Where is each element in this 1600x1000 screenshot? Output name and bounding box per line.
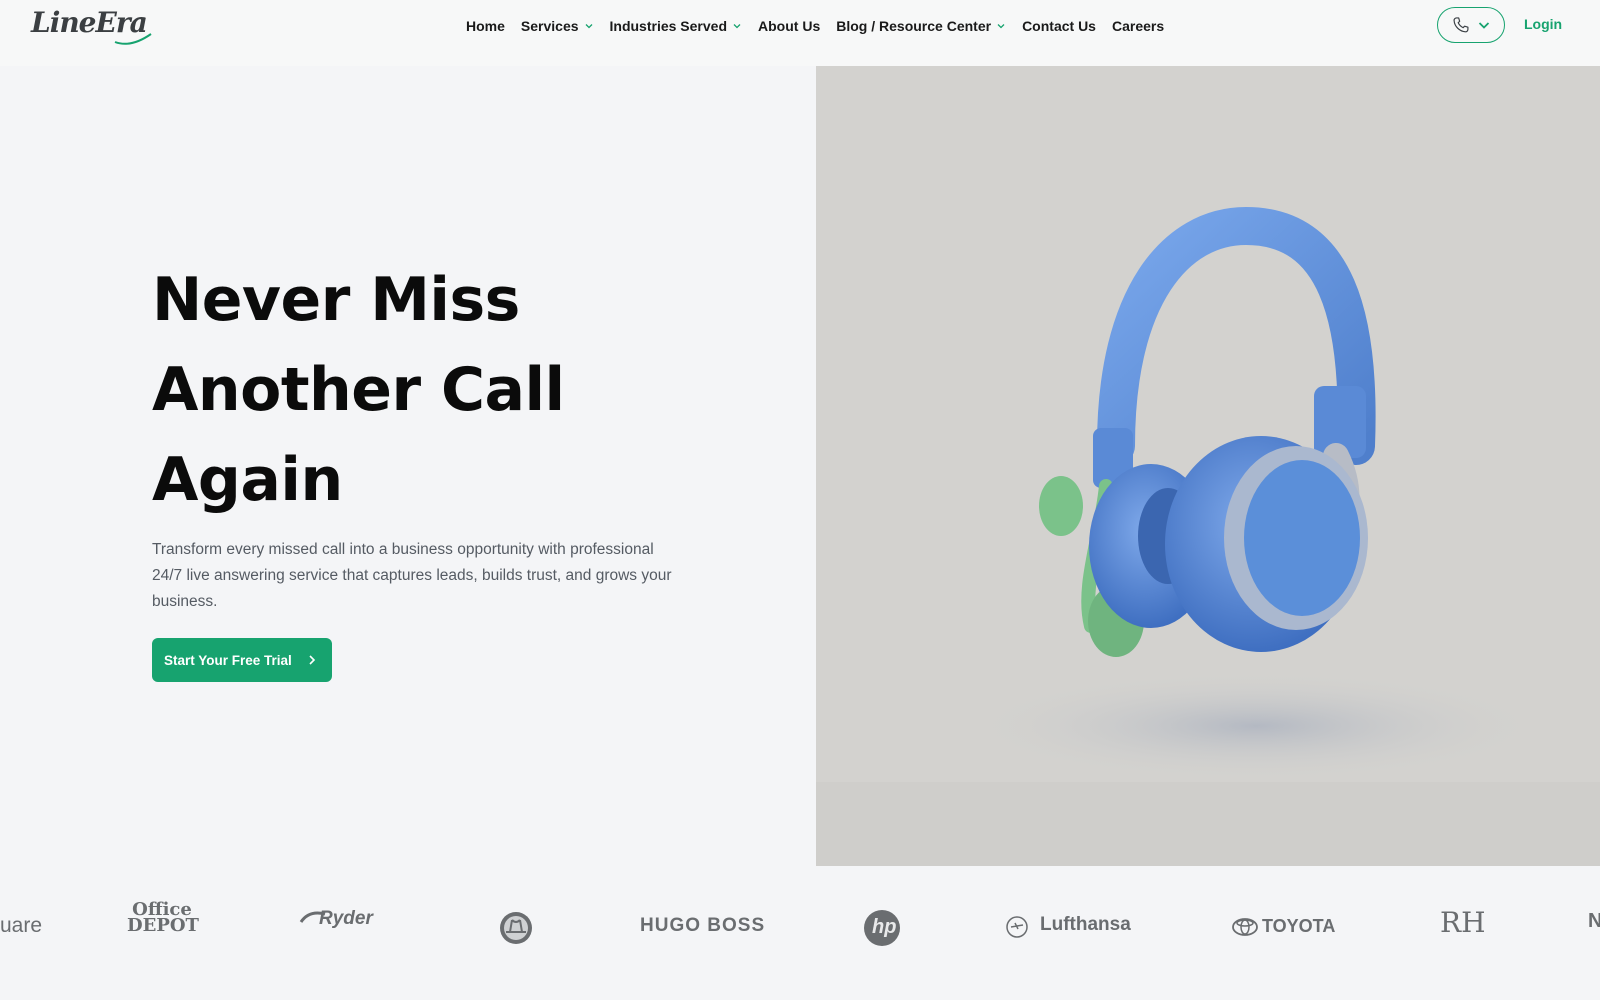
hero-title-line: Again: [152, 445, 343, 515]
toyota-emblem-icon: [1232, 918, 1258, 936]
phone-dropdown-button[interactable]: [1437, 7, 1505, 43]
nav-item-industries[interactable]: Industries Served: [610, 18, 743, 34]
nav-item-home[interactable]: Home: [466, 18, 505, 34]
hero-title-line: Another Call: [152, 355, 565, 425]
site-header: LineEra Home Services Industries Served …: [0, 0, 1600, 66]
client-logos-strip: uare Office DEPOT Ryder HUGO BOSS hp Luf…: [0, 900, 1600, 970]
lufthansa-logo: Lufthansa: [1006, 914, 1136, 940]
nav-item-label: Careers: [1111, 18, 1165, 34]
nav-item-blog[interactable]: Blog / Resource Center: [836, 18, 1006, 34]
nav-item-careers[interactable]: Careers: [1112, 18, 1164, 34]
nav-item-services[interactable]: Services: [521, 18, 594, 34]
chevron-right-icon: [309, 655, 316, 665]
nav-item-contact[interactable]: Contact Us: [1022, 18, 1096, 34]
chevron-down-icon: [585, 24, 592, 29]
nav-item-label: Industries Served: [609, 18, 728, 34]
nav-item-label: About Us: [758, 18, 821, 34]
nav-item-label: Services: [520, 18, 579, 34]
brand-logo-partial: uare: [0, 914, 43, 937]
phone-icon: [1453, 17, 1469, 33]
nav-item-label: Home: [466, 18, 505, 34]
lufthansa-crane-icon: [1006, 916, 1028, 938]
logo-swoosh-icon: [114, 33, 152, 45]
hp-logo: hp: [864, 910, 900, 946]
ryder-logo: Ryder: [297, 906, 392, 936]
chevron-down-icon: [997, 24, 1005, 29]
rh-logo: RH: [1440, 906, 1486, 939]
office-depot-logo: Office DEPOT: [127, 899, 199, 936]
chevron-down-icon: [1478, 22, 1490, 29]
ryder-logo-text: Ryder: [319, 908, 373, 929]
headset-hero-image: [816, 66, 1600, 866]
headset-illustration: [966, 206, 1546, 781]
toyota-logo: TOYOTA: [1232, 914, 1342, 940]
warriors-logo: [498, 910, 534, 946]
warriors-emblem-icon: [500, 912, 532, 944]
nav-item-label: Contact Us: [1022, 18, 1096, 34]
login-link[interactable]: Login: [1524, 16, 1562, 32]
brand-logo-partial: N: [1588, 910, 1600, 932]
hp-logo-text: hp: [872, 916, 897, 938]
main-nav: Home Services Industries Served About Us…: [466, 16, 1164, 36]
nav-item-about[interactable]: About Us: [758, 18, 820, 34]
cta-label: Start Your Free Trial: [164, 652, 292, 668]
hero-title: Never Miss Another Call Again: [152, 255, 712, 525]
start-free-trial-button[interactable]: Start Your Free Trial: [152, 638, 332, 682]
lufthansa-logo-text: Lufthansa: [1040, 914, 1131, 935]
lineera-logo[interactable]: LineEra: [31, 4, 152, 45]
nav-item-label: Blog / Resource Center: [836, 18, 992, 34]
hero-title-line: Never Miss: [152, 265, 520, 335]
hero-subtitle: Transform every missed call into a busin…: [152, 541, 672, 610]
toyota-logo-text: TOYOTA: [1262, 916, 1336, 936]
hugo-boss-logo: HUGO BOSS: [640, 915, 766, 936]
chevron-down-icon: [733, 24, 741, 29]
